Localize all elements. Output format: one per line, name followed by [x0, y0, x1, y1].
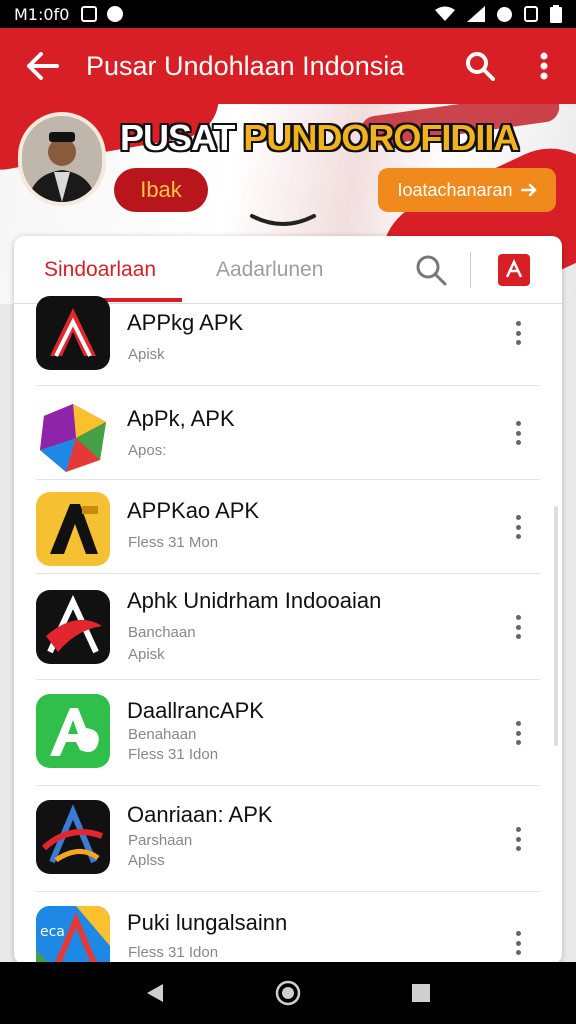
tab-bar: Sindoarlaan Aadarlunen — [14, 236, 562, 304]
app-name: APPkg APK — [127, 310, 244, 335]
app-icon — [36, 296, 110, 370]
back-button[interactable] — [0, 28, 86, 104]
nav-recents-icon[interactable] — [411, 983, 431, 1003]
wifi-icon — [435, 6, 455, 21]
filter-button[interactable] — [498, 254, 530, 286]
list-item[interactable]: Aphk Unidrham Indooaian Banchaan Apisk — [36, 574, 540, 680]
app-name: Puki lungalsainn — [127, 910, 288, 935]
overflow-menu-button[interactable] — [512, 28, 576, 104]
app-name: Oanriaan: APK — [127, 802, 273, 827]
row-more-button[interactable] — [506, 318, 530, 348]
divider — [470, 252, 471, 288]
nav-home-icon[interactable] — [275, 980, 301, 1006]
alarm-icon — [497, 6, 512, 22]
sim-icon — [524, 6, 538, 22]
app-icon — [36, 492, 110, 566]
banner-download-label: Ioatachanaran — [397, 179, 513, 200]
row-more-button[interactable] — [506, 418, 530, 448]
app-subtitle-2: Fless 31 Idon — [128, 746, 219, 763]
app-name: ApPk, APK — [127, 406, 235, 431]
chat-icon — [107, 6, 124, 22]
app-subtitle-2: Aplss — [128, 852, 165, 869]
app-icon — [36, 590, 110, 664]
list-item[interactable]: APPKao APK Fless 31 Mon — [36, 480, 540, 574]
photo-icon — [81, 6, 98, 22]
row-more-button[interactable] — [506, 512, 530, 542]
app-subtitle: Benahaan — [128, 726, 197, 743]
tab-active[interactable]: Sindoarlaan — [44, 236, 156, 304]
search-button[interactable] — [448, 28, 512, 104]
search-icon[interactable] — [414, 253, 448, 287]
nav-back-icon[interactable] — [145, 982, 165, 1004]
row-more-button[interactable] — [506, 928, 530, 958]
tab-inactive[interactable]: Aadarlunen — [216, 236, 323, 304]
list-item[interactable]: Oanriaan: APK Parshaan Aplss — [36, 786, 540, 892]
banner-left-pill[interactable]: Ibak — [114, 168, 208, 212]
app-icon — [36, 400, 110, 474]
app-bar: Pusar Undohlaan Indonsia — [0, 28, 576, 104]
app-icon — [36, 800, 110, 874]
app-subtitle: Banchaan — [128, 624, 196, 641]
row-more-button[interactable] — [506, 718, 530, 748]
app-icon — [36, 694, 110, 768]
row-more-button[interactable] — [506, 612, 530, 642]
list-item[interactable]: APPkg APK Apisk — [36, 296, 540, 386]
more-vert-icon — [540, 52, 548, 80]
app-subtitle: Fless 31 Mon — [128, 534, 219, 551]
arrow-right-icon — [520, 183, 537, 197]
banner-download-button[interactable]: Ioatachanaran — [378, 168, 556, 212]
list-item[interactable]: DaallrancAPK Benahaan Fless 31 Idon — [36, 680, 540, 786]
status-time: M1:0f0 — [14, 4, 70, 24]
app-list-card: Sindoarlaan Aadarlunen APPkg APK Apisk A… — [14, 236, 562, 964]
banner-chevron-icon — [250, 214, 316, 226]
list-item[interactable]: eca Puki lungalsainn Fless 31 Idon — [36, 892, 540, 964]
scrollbar[interactable] — [554, 506, 558, 746]
app-subtitle: Parshaan — [128, 832, 193, 849]
app-subtitle: Apos: — [128, 442, 167, 459]
app-title: Pusar Undohlaan Indonsia — [86, 50, 405, 81]
app-icon: eca — [36, 906, 110, 964]
headline-gold: PUNDOROFIDIIA — [243, 117, 519, 158]
row-more-button[interactable] — [506, 824, 530, 854]
app-subtitle: Fless 31 Idon — [128, 944, 219, 961]
app-name: DaallrancAPK — [127, 698, 264, 723]
app-list: APPkg APK Apisk ApPk, APK Apos: APPKao A… — [14, 296, 562, 964]
app-subtitle: Apisk — [128, 346, 165, 363]
svg-text:eca: eca — [40, 924, 65, 940]
search-icon — [466, 52, 495, 81]
headline-white: PUSAT — [120, 117, 244, 158]
app-name: Aphk Unidrham Indooaian — [127, 588, 382, 613]
app-name: APPKao APK — [127, 498, 260, 523]
arrow-back-icon — [27, 52, 59, 80]
list-item[interactable]: ApPk, APK Apos: — [36, 386, 540, 480]
banner-headline: PUSAT PUNDOROFIDIIA — [120, 117, 519, 158]
avatar[interactable] — [18, 112, 106, 206]
app-subtitle-2: Apisk — [128, 646, 165, 663]
signal-icon — [467, 6, 485, 22]
app-badge-icon — [505, 259, 523, 278]
system-nav-bar — [0, 962, 576, 1024]
battery-icon — [550, 5, 562, 23]
status-bar: M1:0f0 — [0, 0, 576, 28]
